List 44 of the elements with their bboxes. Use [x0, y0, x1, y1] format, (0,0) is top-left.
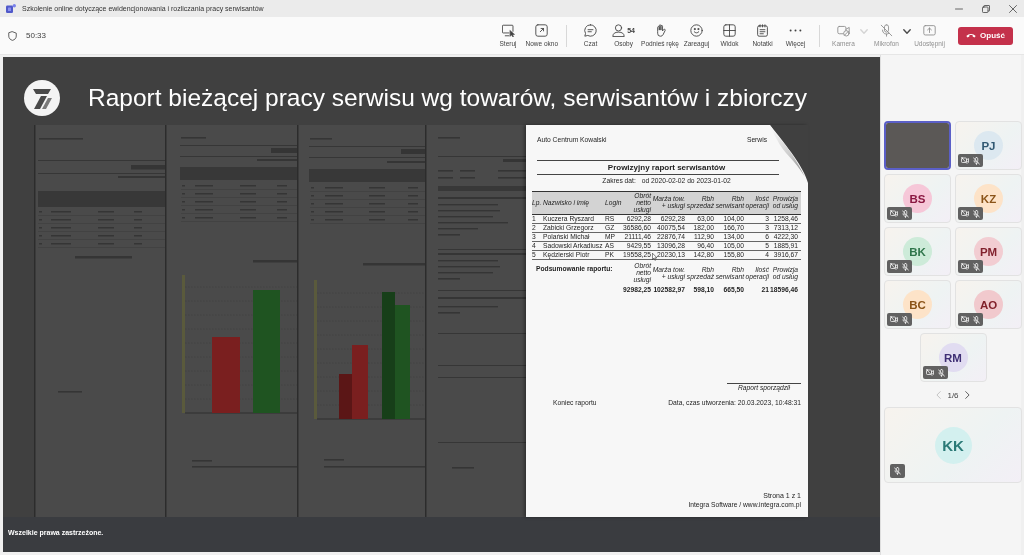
phone-hang-up-icon	[966, 33, 977, 38]
participant-tile[interactable]: BS	[884, 174, 951, 223]
avatar: BC	[903, 290, 932, 319]
person-icon	[612, 24, 626, 37]
close-icon[interactable]	[1009, 4, 1017, 13]
notepad-icon	[756, 24, 769, 37]
report-title: Prowizyjny raport serwisantów	[607, 163, 726, 173]
monitor-pointer-icon	[501, 24, 515, 37]
page-curl-drawing	[770, 125, 808, 183]
app-logo-icon	[6, 4, 16, 13]
avatar: BK	[903, 237, 932, 266]
share-screen-icon	[923, 24, 936, 37]
shield-icon	[8, 30, 17, 41]
avatar: PM	[974, 237, 1003, 266]
avatar: KZ	[974, 184, 1003, 213]
avatar: RM	[938, 343, 968, 372]
camera-off-icon	[837, 24, 850, 37]
pop-out-icon	[535, 24, 549, 37]
logo-icon	[24, 80, 60, 116]
grid-icon	[723, 24, 736, 37]
meeting-timer: 50:33	[26, 31, 47, 40]
participant-tile[interactable]: BK	[884, 227, 951, 276]
restore-icon[interactable]	[982, 4, 990, 13]
participant-tile[interactable]: RM	[919, 333, 987, 382]
avatar: BS	[903, 184, 932, 213]
avatar: AO	[974, 290, 1003, 319]
smiley-icon	[690, 24, 703, 37]
video-placeholder	[886, 123, 949, 168]
chat-icon	[584, 24, 598, 37]
avatar: KK	[934, 426, 972, 464]
participant-tile[interactable]: KZ	[955, 174, 1022, 223]
microphone-off-icon	[880, 24, 893, 37]
leave-button[interactable]: Opuść	[958, 26, 1013, 45]
participant-tile[interactable]: PJ	[955, 121, 1022, 170]
participant-tile[interactable]: AO	[955, 280, 1022, 329]
slide-title: Raport bieżącej pracy serwisu wg towarów, serwisantów i zbiorczy	[88, 84, 807, 112]
participant-tile[interactable]: PM	[955, 227, 1022, 276]
page-indicator: 1/6	[947, 390, 959, 400]
avatar: PJ	[974, 131, 1003, 160]
participant-tile[interactable]	[884, 121, 951, 170]
chevron-right-icon[interactable]	[964, 391, 970, 399]
spotlight-tile[interactable]: KK	[884, 407, 1022, 483]
mouse-pointer-icon	[652, 253, 657, 261]
participant-tile[interactable]: BC	[884, 280, 951, 329]
